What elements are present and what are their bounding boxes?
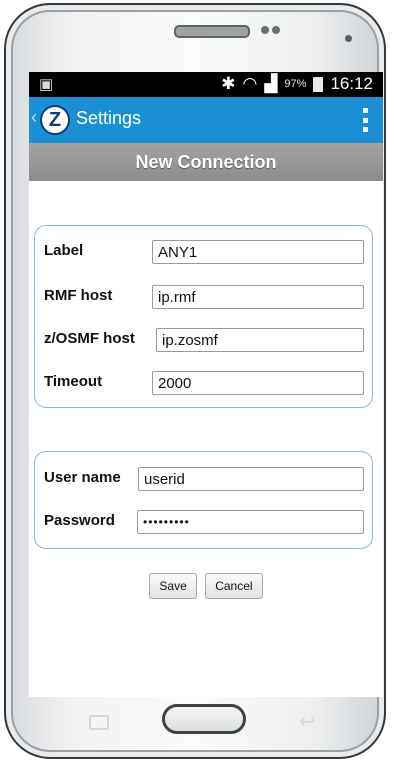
- sensor-dot: [272, 26, 280, 34]
- screen: ▣ ✱ ◠ ▟ 97% 16:12 ‹ Z Settings New Conne…: [29, 72, 383, 697]
- status-bar: ▣ ✱ ◠ ▟ 97% 16:12: [29, 72, 383, 97]
- label-row: Label: [44, 240, 364, 264]
- recent-apps-icon[interactable]: [89, 715, 109, 730]
- clock: 16:12: [330, 74, 373, 93]
- save-button[interactable]: Save: [149, 573, 197, 599]
- app-bar: ‹ Z Settings: [29, 97, 383, 143]
- bluetooth-icon: ✱: [221, 74, 236, 93]
- password-row: Password: [44, 510, 364, 534]
- hardware-nav-bar: ↩: [29, 697, 383, 747]
- sensor-dot: [261, 26, 269, 34]
- front-camera: [345, 35, 352, 42]
- credentials-fieldset: User name Password: [34, 451, 373, 549]
- menu-dot: [363, 127, 368, 132]
- zosmf-host-row: z/OSMF host: [44, 328, 364, 352]
- earpiece-speaker: [174, 25, 250, 38]
- back-arrow-icon[interactable]: ↩: [299, 709, 316, 734]
- password-label: Password: [44, 512, 115, 529]
- notification-icon: ▣: [39, 76, 54, 93]
- page-title: New Connection: [29, 143, 383, 181]
- app-title: Settings: [76, 108, 142, 128]
- password-input[interactable]: [137, 510, 364, 534]
- form-actions: Save Cancel: [29, 573, 383, 599]
- menu-dot: [363, 108, 368, 113]
- status-icons: ✱ ◠ ▟ 97% 16:12: [221, 74, 373, 94]
- timeout-input[interactable]: [152, 371, 364, 395]
- label-field-label: Label: [44, 242, 84, 259]
- battery-percent: 97%: [284, 78, 307, 90]
- signal-icon: ▟: [264, 74, 278, 93]
- rmf-host-row: RMF host: [44, 285, 364, 309]
- username-input[interactable]: [138, 467, 364, 491]
- username-row: User name: [44, 467, 364, 491]
- cancel-button[interactable]: Cancel: [205, 573, 263, 599]
- timeout-row: Timeout: [44, 371, 364, 395]
- battery-icon: [313, 76, 324, 92]
- zosmf-host-input[interactable]: [156, 328, 364, 352]
- rmf-host-input[interactable]: [152, 285, 364, 309]
- back-chevron-icon[interactable]: ‹: [31, 107, 37, 128]
- overflow-menu-icon[interactable]: [363, 108, 369, 132]
- rmf-host-label: RMF host: [44, 287, 113, 304]
- app-logo-icon[interactable]: Z: [40, 105, 70, 135]
- timeout-label: Timeout: [44, 373, 103, 390]
- home-button[interactable]: [162, 704, 246, 734]
- zosmf-host-label: z/OSMF host: [44, 330, 135, 347]
- connection-fieldset: Label RMF host z/OSMF host Timeout: [34, 225, 373, 408]
- wifi-icon: ◠: [242, 74, 258, 93]
- label-input[interactable]: [152, 240, 364, 264]
- username-label: User name: [44, 469, 121, 486]
- menu-dot: [363, 117, 368, 123]
